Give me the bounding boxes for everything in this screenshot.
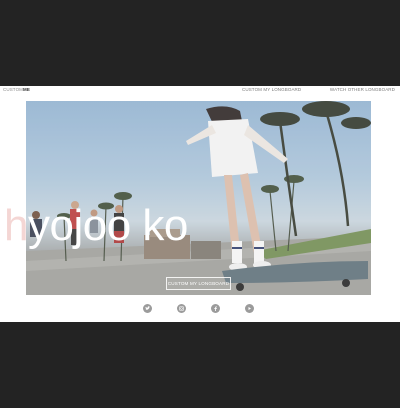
instagram-icon[interactable] xyxy=(177,304,186,313)
page: CUSTOMME CUSTOM MY LONGBOARD WATCH OTHER… xyxy=(0,86,400,322)
hero-title-first-letter: h xyxy=(4,201,28,250)
facebook-icon[interactable] xyxy=(211,304,220,313)
brand-prefix: CUSTOM xyxy=(3,87,24,92)
top-navigation: CUSTOMME CUSTOM MY LONGBOARD WATCH OTHER… xyxy=(0,86,400,94)
play-icon[interactable] xyxy=(245,304,254,313)
nav-custom-longboard-link[interactable]: CUSTOM MY LONGBOARD xyxy=(242,87,301,92)
hero-video xyxy=(26,101,371,295)
brand-suffix: ME xyxy=(23,87,30,92)
hero-title-rest: yojoo ko xyxy=(27,201,188,250)
custom-longboard-button[interactable]: CUSTOM MY LONGBOARD xyxy=(166,277,231,290)
hero-title: hyojoo ko xyxy=(4,204,188,248)
twitter-icon[interactable] xyxy=(143,304,152,313)
brand-logo[interactable]: CUSTOMME xyxy=(3,87,30,92)
hero-overlay xyxy=(26,101,371,295)
nav-watch-longboard-link[interactable]: WATCH OTHER LONGBOARD xyxy=(330,87,395,92)
